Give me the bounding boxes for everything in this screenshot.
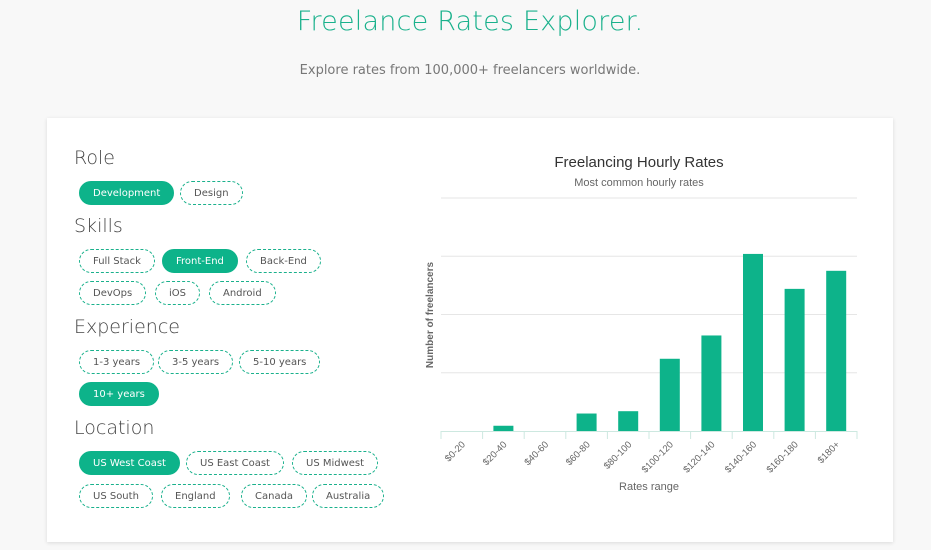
bar-120-140[interactable] xyxy=(701,335,722,431)
page-title: Freelance Rates Explorer. xyxy=(296,6,644,37)
chart-title: Freelancing Hourly Rates xyxy=(554,154,723,171)
x-tick-label: $20-40 xyxy=(481,439,510,468)
explorer-card: Role Development Design Skills Full Stack… xyxy=(47,118,893,542)
rates-bar-chart: Freelancing Hourly Rates Most common hou… xyxy=(425,154,858,493)
x-tick-label: $180+ xyxy=(816,439,843,466)
x-tick-label: $160-180 xyxy=(765,439,801,475)
x-tick-label: $80-100 xyxy=(602,439,634,471)
x-tick-label: $0-20 xyxy=(443,439,468,464)
page-subtitle: Explore rates from 100,000+ freelancers … xyxy=(299,63,641,78)
y-axis-label: Number of freelancers xyxy=(425,261,436,368)
bar-100-120[interactable] xyxy=(659,358,680,431)
x-axis-label: Rates range xyxy=(619,481,679,493)
bar-60-80[interactable] xyxy=(576,413,597,431)
bar-20-40[interactable] xyxy=(493,425,514,431)
chart-subtitle: Most common hourly rates xyxy=(574,177,704,189)
x-tick-label: $100-120 xyxy=(640,439,676,475)
x-tick-label: $140-160 xyxy=(723,439,759,475)
bar-140-160[interactable] xyxy=(743,253,763,431)
x-tick-label: $40-60 xyxy=(522,439,551,468)
x-tick-label: $120-140 xyxy=(681,439,717,475)
bar-80-100[interactable] xyxy=(618,411,639,431)
bar-160-180[interactable] xyxy=(784,288,805,431)
x-tick-label: $60-80 xyxy=(564,439,593,468)
bar-180[interactable] xyxy=(826,270,847,431)
